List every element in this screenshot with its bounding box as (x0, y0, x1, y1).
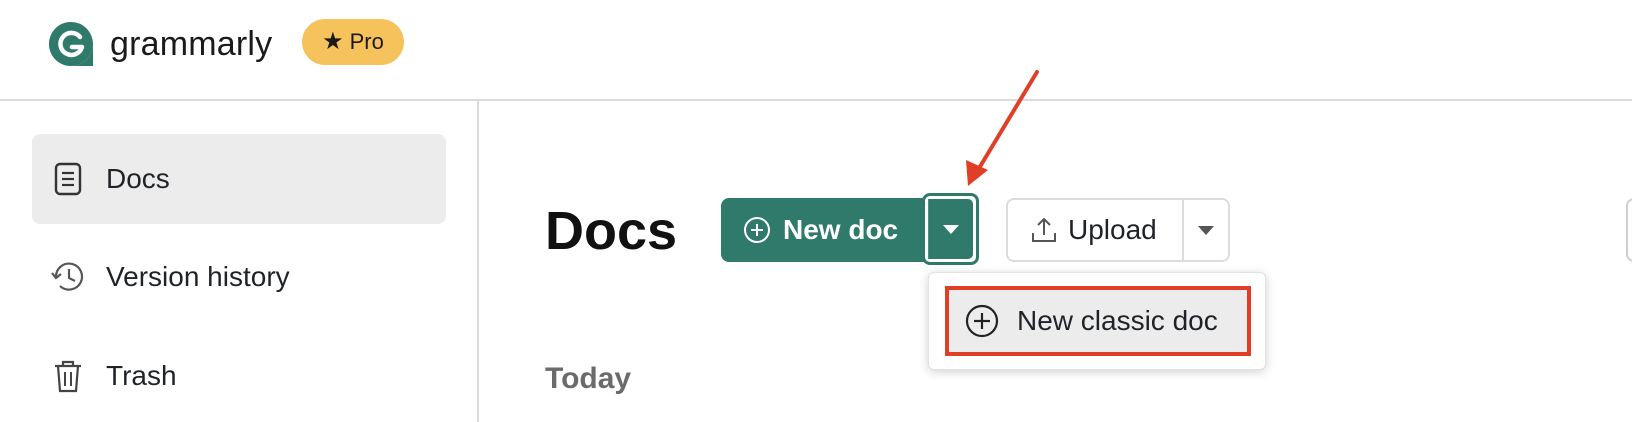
section-heading-today: Today (545, 362, 632, 395)
caret-down-icon (943, 224, 959, 234)
history-icon (50, 259, 86, 295)
sidebar-item-trash[interactable]: Trash (32, 331, 446, 421)
sidebar-item-version-history[interactable]: Version history (32, 232, 446, 322)
sidebar-item-label: Docs (106, 163, 170, 194)
pro-badge: ★ Pro (302, 19, 404, 65)
sidebar-item-label: Version history (106, 261, 290, 292)
upload-label: Upload (1068, 214, 1157, 245)
star-icon: ★ (322, 28, 344, 55)
sidebar: Docs Version history Trash (0, 101, 479, 422)
sidebar-item-label: Trash (106, 360, 177, 391)
trash-icon (50, 358, 86, 394)
menu-item-new-classic-doc[interactable]: New classic doc (945, 286, 1251, 356)
page-title: Docs (545, 201, 678, 261)
caret-down-icon (1198, 225, 1214, 235)
menu-item-label: New classic doc (1017, 305, 1218, 336)
top-header: grammarly ★ Pro (0, 0, 1632, 101)
new-doc-label: New doc (783, 214, 899, 245)
new-doc-button[interactable]: New doc (721, 198, 924, 262)
partial-button[interactable] (1626, 198, 1632, 262)
document-icon (50, 161, 86, 197)
pro-badge-label: Pro (349, 29, 384, 54)
upload-button[interactable]: Upload (1008, 200, 1184, 260)
app-name: grammarly (110, 25, 273, 63)
sidebar-item-docs[interactable]: Docs (32, 134, 446, 224)
new-doc-dropdown-button[interactable] (922, 193, 979, 265)
upload-split-button: Upload (1006, 198, 1230, 262)
plus-circle-icon (743, 216, 771, 244)
upload-dropdown-button[interactable] (1184, 200, 1228, 260)
upload-icon (1030, 216, 1058, 244)
grammarly-logo-icon[interactable] (46, 20, 96, 68)
new-doc-menu: New classic doc (928, 272, 1266, 370)
plus-circle-icon (965, 304, 999, 338)
